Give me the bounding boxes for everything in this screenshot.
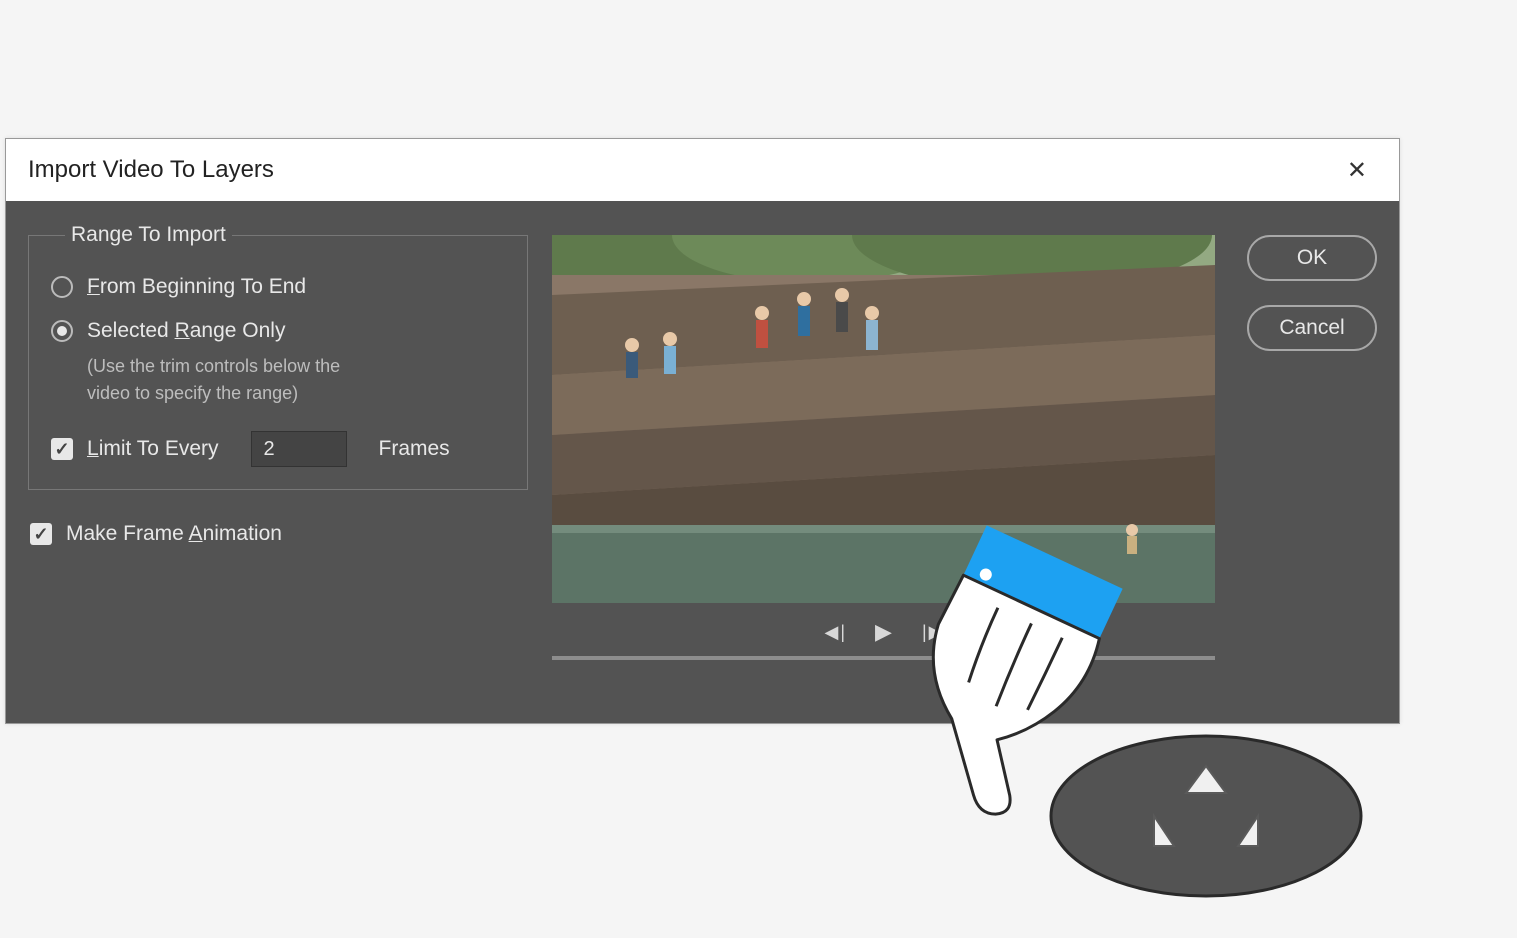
radio-selected-range[interactable]: Selected Range Only [51,319,505,343]
make-animation-label: Make Frame Animation [66,522,282,546]
range-legend: Range To Import [65,223,232,247]
play-button[interactable]: ▶ [875,619,892,645]
ok-button[interactable]: OK [1247,235,1377,281]
next-frame-button[interactable]: |▶ [922,622,943,643]
range-fieldset: Range To Import From Beginning To End Se… [28,223,528,490]
titlebar: Import Video To Layers ✕ [6,139,1399,201]
trim-handles-callout [1046,731,1366,901]
frames-label: Frames [379,437,450,461]
limit-checkbox[interactable] [51,438,73,460]
limit-input[interactable] [251,431,347,467]
make-animation-checkbox[interactable] [30,523,52,545]
dialog-title: Import Video To Layers [28,156,274,184]
limit-row: Limit To Every Frames [51,431,505,467]
limit-label: Limit To Every [87,437,219,461]
radio-icon [51,276,73,298]
radio-label: From Beginning To End [87,275,306,299]
prev-frame-button[interactable]: ◀| [825,622,846,643]
dialog-body: Range To Import From Beginning To End Se… [6,201,1399,723]
right-button-column: OK Cancel [1247,235,1377,351]
cancel-button[interactable]: Cancel [1247,305,1377,351]
radio-from-beginning[interactable]: From Beginning To End [51,275,505,299]
import-video-dialog: Import Video To Layers ✕ Range To Import… [5,138,1400,724]
radio-icon [51,320,73,342]
close-icon[interactable]: ✕ [1337,152,1377,189]
timeline-track[interactable] [552,656,1215,660]
radio-label: Selected Range Only [87,319,285,343]
left-panel: Range To Import From Beginning To End Se… [28,223,528,546]
make-frame-animation-row[interactable]: Make Frame Animation [30,522,528,546]
selected-range-hint: (Use the trim controls below the video t… [87,353,505,407]
video-preview [552,235,1215,603]
transport-controls: ◀| ▶ |▶ [552,615,1215,649]
